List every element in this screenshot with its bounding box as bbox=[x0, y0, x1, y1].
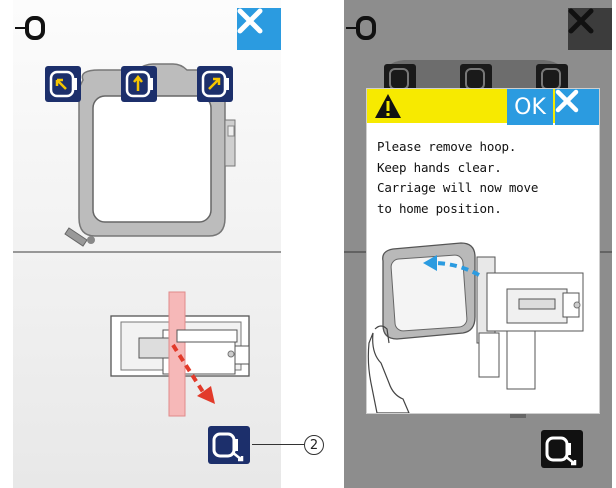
carriage-illustration bbox=[110, 291, 250, 417]
dialog-close-button[interactable] bbox=[555, 89, 599, 125]
arrow-up-right-icon bbox=[197, 66, 233, 102]
close-button-disabled bbox=[568, 8, 612, 50]
message-line: Please remove hoop. bbox=[377, 139, 517, 154]
move-frame-center-button[interactable] bbox=[121, 66, 157, 102]
ok-button[interactable]: OK bbox=[507, 89, 553, 125]
callout-leader-line bbox=[252, 444, 304, 445]
close-icon bbox=[237, 8, 263, 34]
left-screen bbox=[13, 0, 281, 488]
arrow-up-left-icon bbox=[45, 66, 81, 102]
arrow-up-icon bbox=[121, 66, 157, 102]
hoop-being-removed bbox=[382, 242, 476, 340]
message-line: Keep hands clear. bbox=[377, 159, 502, 175]
close-icon bbox=[568, 8, 594, 34]
warning-icon bbox=[375, 94, 401, 118]
close-icon bbox=[555, 89, 579, 113]
move-frame-top-left-button[interactable] bbox=[45, 66, 81, 102]
hoop-return-icon bbox=[208, 426, 250, 464]
close-button[interactable] bbox=[237, 8, 281, 50]
hoop-return-button[interactable] bbox=[208, 426, 250, 464]
dialog-message: Please remove hoop. Keep hands clear. Ca… bbox=[377, 137, 592, 219]
hand-illustration bbox=[367, 332, 410, 413]
carriage-illustration bbox=[476, 256, 584, 390]
remove-hoop-dialog: OK Please remove hoop. Keep hands clear.… bbox=[366, 88, 600, 414]
hoop-return-button-disabled bbox=[541, 430, 583, 468]
callout-number: 2 bbox=[304, 435, 324, 455]
hoop-indicator-icon bbox=[15, 16, 45, 40]
remove-hoop-illustration bbox=[367, 242, 584, 413]
move-frame-top-right-button[interactable] bbox=[197, 66, 233, 102]
right-screen: OK Please remove hoop. Keep hands clear.… bbox=[344, 0, 612, 488]
message-line: Carriage will now move bbox=[377, 180, 539, 195]
hoop-return-icon bbox=[541, 430, 583, 468]
